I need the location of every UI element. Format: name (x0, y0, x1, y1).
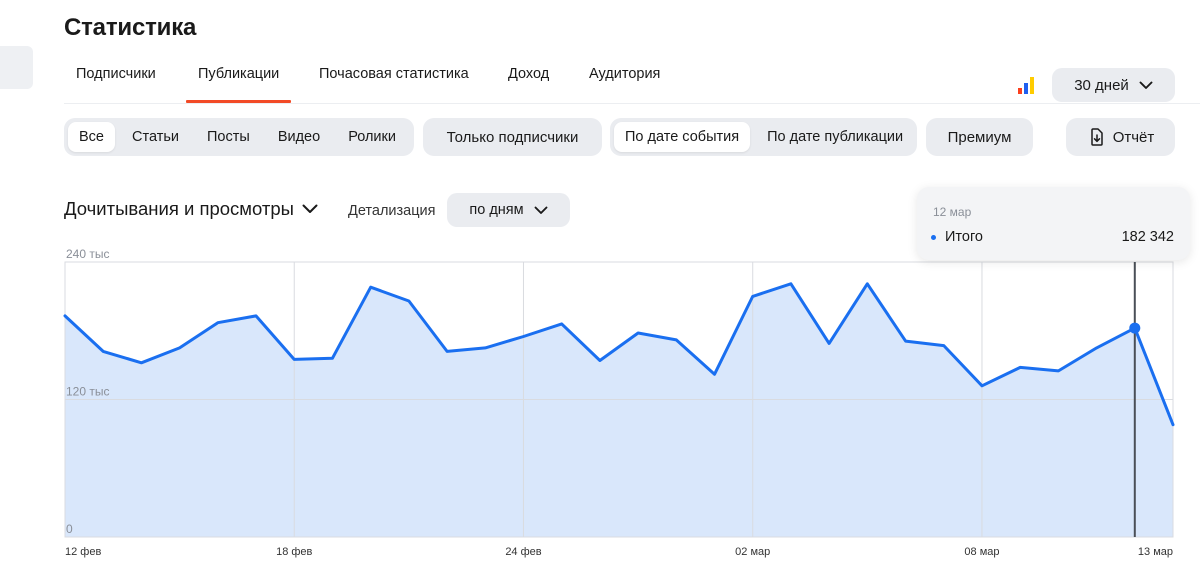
statistics-page: Статистика Подписчики Публикации Почасов… (0, 0, 1200, 585)
highlight-point (1129, 322, 1141, 334)
filter-by-event-date[interactable]: По дате события (614, 122, 751, 152)
tooltip-row: Итого 182 342 (931, 229, 1174, 245)
series-dot-icon (931, 234, 936, 240)
sidebar-toggle[interactable] (0, 46, 33, 89)
tooltip-date: 12 мар (933, 205, 972, 219)
tab-publications[interactable]: Публикации (185, 66, 292, 103)
tab-subscribers[interactable]: Подписчики (76, 66, 156, 102)
detail-label: Детализация (348, 203, 436, 219)
x-tick-label: 02 мар (735, 546, 770, 558)
y-tick-label: 0 (66, 522, 73, 536)
tooltip-series: Итого (945, 229, 983, 245)
report-label: Отчёт (1112, 128, 1155, 146)
chevron-down-icon (1139, 81, 1153, 89)
filter-video[interactable]: Видео (267, 122, 331, 152)
y-tick-label: 240 тыс (66, 247, 109, 261)
chart-svg[interactable]: 0 120 тыс 240 тыс 12 фев 18 фев 24 фев 02 мар 0… (0, 240, 1200, 585)
chevron-down-icon (302, 204, 318, 213)
tab-income[interactable]: Доход (508, 66, 549, 102)
filter-shorts[interactable]: Ролики (337, 122, 407, 152)
filter-all[interactable]: Все (68, 122, 115, 152)
report-button[interactable]: Отчёт (1066, 118, 1175, 156)
detail-value: по дням (469, 202, 524, 218)
subscribers-only-button[interactable]: Только подписчики (423, 118, 602, 156)
y-tick-label: 120 тыс (66, 385, 109, 399)
metric-label: Дочитывания и просмотры (64, 198, 294, 219)
page-title: Статистика (64, 14, 197, 41)
document-download-icon (1090, 128, 1103, 146)
period-select[interactable]: 30 дней (1052, 68, 1175, 102)
views-chart[interactable]: 0 120 тыс 240 тыс 12 фев 18 фев 24 фев 02 мар 0… (0, 240, 1200, 585)
x-tick-label: 18 фев (276, 546, 312, 558)
date-mode-filter: По дате события По дате публикации (610, 118, 917, 156)
x-tick-label: 12 фев (65, 546, 101, 558)
tooltip-value: 182 342 (1121, 229, 1174, 245)
tab-audience[interactable]: Аудитория (589, 66, 660, 102)
x-tick-label: 24 фев (505, 546, 541, 558)
brand-bars-icon (1017, 76, 1035, 94)
tab-hourly-stats[interactable]: Почасовая статистика (319, 66, 469, 102)
premium-button[interactable]: Премиум (926, 118, 1033, 156)
metric-select[interactable]: Дочитывания и просмотры (64, 198, 318, 220)
chevron-down-icon (534, 206, 548, 214)
detail-select[interactable]: по дням (447, 193, 570, 227)
filter-articles[interactable]: Статьи (121, 122, 190, 152)
period-label: 30 дней (1074, 76, 1129, 94)
x-tick-label: 13 мар (1138, 546, 1173, 558)
chart-tooltip: 12 мар Итого 182 342 (917, 187, 1190, 260)
filter-posts[interactable]: Посты (196, 122, 261, 152)
x-tick-label: 08 мар (964, 546, 999, 558)
content-type-filter: Все Статьи Посты Видео Ролики (64, 118, 414, 156)
filter-by-publication-date[interactable]: По дате публикации (756, 122, 914, 152)
